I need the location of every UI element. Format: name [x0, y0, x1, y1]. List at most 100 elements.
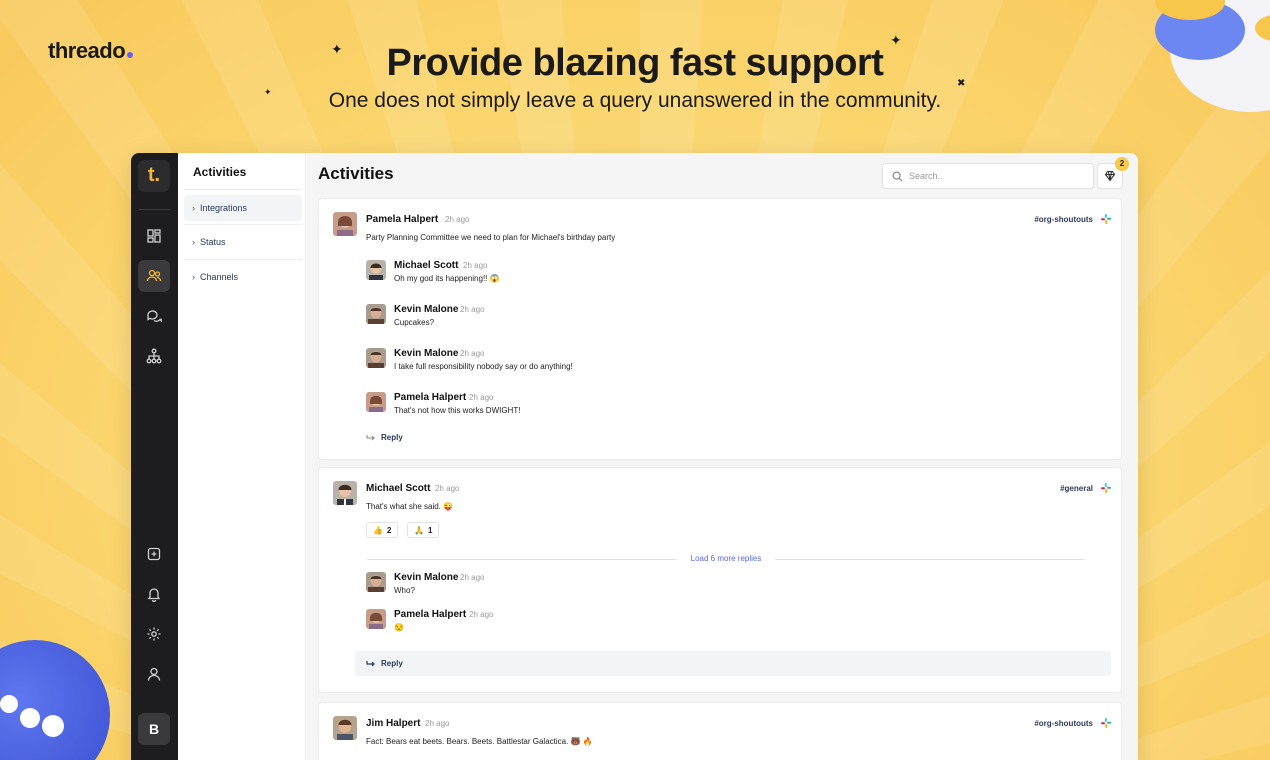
avatar[interactable]	[333, 212, 357, 236]
dashboard-icon[interactable]	[138, 220, 170, 252]
subnav-item-label: Integrations	[200, 203, 248, 213]
chevron-right-icon: ›	[192, 272, 195, 282]
timestamp: 2h ago	[469, 393, 494, 402]
author-name[interactable]: Pamela Halpert	[394, 392, 466, 403]
decorative-blob-icon	[0, 640, 110, 760]
message-text: Who?	[394, 586, 415, 595]
message-text: That's not how this works DWIGHT!	[394, 406, 521, 415]
sparkle-icon: ✦	[331, 41, 343, 57]
author-name[interactable]: Michael Scott	[366, 483, 430, 494]
channel-tag[interactable]: #org-shoutouts	[1034, 215, 1093, 224]
app-logo[interactable]: t.	[138, 160, 170, 192]
author-name[interactable]: Kevin Malone	[394, 348, 458, 359]
avatar[interactable]	[333, 716, 357, 740]
timestamp: 2h ago	[463, 261, 488, 270]
slack-icon	[1101, 718, 1111, 728]
reply-arrow-icon	[366, 660, 375, 666]
search-box[interactable]	[882, 163, 1094, 189]
reply-arrow-icon	[366, 434, 375, 440]
chevron-right-icon: ›	[192, 203, 195, 213]
timestamp: 2h ago	[460, 305, 485, 314]
subnav-item-label: Channels	[200, 272, 239, 282]
search-input[interactable]	[909, 171, 1079, 181]
author-name[interactable]: Kevin Malone	[394, 304, 458, 315]
reaction-chip[interactable]: 👍 2	[366, 522, 399, 538]
subnav-item-channels[interactable]: › Channels	[184, 264, 302, 290]
avatar[interactable]	[366, 260, 386, 280]
app-window: t. B Activities › Integrations › Status …	[131, 153, 1138, 760]
workspace-avatar[interactable]: B	[138, 713, 170, 745]
add-icon[interactable]	[138, 538, 170, 570]
avatar[interactable]	[366, 348, 386, 368]
slack-icon	[1101, 483, 1111, 493]
slack-icon	[1101, 214, 1111, 224]
avatar[interactable]	[366, 392, 386, 412]
channel-tag[interactable]: #org-shoutouts	[1034, 719, 1093, 728]
timestamp: 2h ago	[445, 215, 470, 224]
thread-card: Pamela Halpert 2h ago Party Planning Com…	[318, 198, 1122, 460]
search-icon	[892, 171, 903, 182]
divider	[184, 189, 302, 190]
avatar[interactable]	[366, 572, 386, 592]
reply-label: Reply	[381, 433, 403, 442]
gem-icon	[1104, 170, 1116, 182]
avatar[interactable]	[333, 481, 357, 505]
message-text: Oh my god its happening!! 😱	[394, 274, 500, 283]
subnav-title: Activities	[193, 165, 247, 179]
avatar[interactable]	[366, 609, 386, 629]
sparkle-icon: ✦	[264, 87, 272, 97]
sparkle-icon: ✖	[957, 78, 966, 89]
reply-button[interactable]: Reply	[366, 659, 403, 668]
timestamp: 2h ago	[425, 719, 450, 728]
reply-label: Reply	[381, 659, 403, 668]
reaction-emoji: 👍	[373, 525, 383, 535]
reaction-count: 1	[427, 525, 433, 535]
message-text: I take full responsibility nobody say or…	[394, 362, 573, 371]
load-more-replies[interactable]: Load 6 more replies	[367, 554, 1085, 564]
reply-bar[interactable]: Reply	[355, 651, 1111, 676]
page-title: Activities	[318, 164, 394, 183]
reply-button[interactable]: Reply	[366, 433, 403, 442]
timestamp: 2h ago	[460, 573, 485, 582]
message-text: Party Planning Committee we need to plan…	[366, 233, 616, 242]
timestamp: 2h ago	[469, 610, 494, 619]
author-name[interactable]: Michael Scott	[394, 260, 458, 271]
author-name[interactable]: Pamela Halpert	[366, 214, 438, 225]
subnav-item-integrations[interactable]: › Integrations	[184, 195, 302, 221]
timestamp: 2h ago	[435, 484, 460, 493]
reaction-emoji: 🙏	[414, 525, 424, 535]
avatar[interactable]	[366, 304, 386, 324]
notification-badge: 2	[1115, 157, 1129, 171]
author-name[interactable]: Pamela Halpert	[394, 609, 466, 620]
thread-card: Michael Scott 2h ago That's what she sai…	[318, 467, 1122, 693]
message-text: Fact: Bears eat beets. Bears. Beets. Bat…	[366, 737, 593, 746]
message-text: Cupcakes?	[394, 318, 435, 327]
headline: Provide blazing fast support	[386, 42, 884, 84]
members-icon[interactable]	[138, 260, 170, 292]
conversations-icon[interactable]	[138, 300, 170, 332]
icon-rail: t. B	[131, 153, 178, 760]
timestamp: 2h ago	[460, 349, 485, 358]
subnav-item-label: Status	[200, 237, 226, 247]
reaction-chip[interactable]: 🙏 1	[407, 522, 440, 538]
subheadline: One does not simply leave a query unansw…	[328, 89, 942, 112]
sparkle-icon: ✦	[890, 32, 902, 48]
hierarchy-icon[interactable]	[138, 340, 170, 372]
channel-tag[interactable]: #general	[1060, 484, 1093, 493]
activities-subnav: Activities › Integrations › Status › Cha…	[178, 153, 330, 760]
subnav-item-status[interactable]: › Status	[184, 229, 302, 255]
bell-icon[interactable]	[138, 578, 170, 610]
notification-button[interactable]: 2	[1097, 157, 1129, 189]
message-text: 😒	[394, 623, 404, 632]
author-name[interactable]: Jim Halpert	[366, 718, 420, 729]
divider	[184, 259, 302, 260]
rail-divider	[139, 209, 170, 210]
author-name[interactable]: Kevin Malone	[394, 572, 458, 583]
user-icon[interactable]	[138, 658, 170, 690]
main-panel: Activities 2 Pamela Halpert 2h ago Party…	[307, 153, 1138, 760]
thread-card: Jim Halpert 2h ago Fact: Bears eat beets…	[318, 702, 1122, 760]
reaction-count: 2	[386, 525, 392, 535]
gear-icon[interactable]	[138, 618, 170, 650]
load-more-label[interactable]: Load 6 more replies	[367, 554, 1085, 563]
divider	[184, 224, 302, 225]
